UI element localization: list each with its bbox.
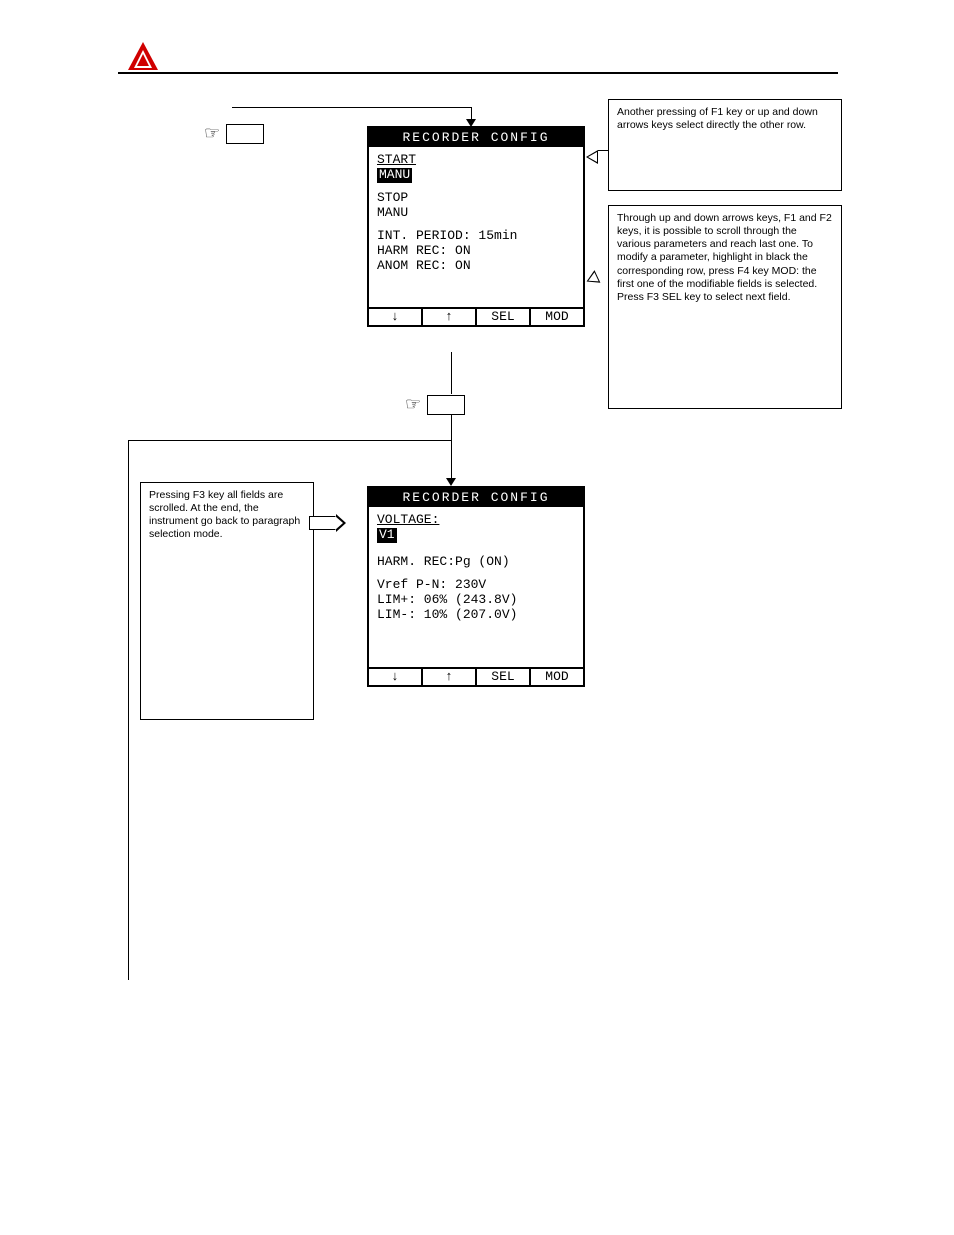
screen-title: RECORDER CONFIG xyxy=(369,128,583,147)
screen-recorder-config-2: RECORDER CONFIG VOLTAGE: V1 HARM. REC:Pg… xyxy=(367,486,585,687)
softkey-down[interactable]: ↓ xyxy=(369,669,423,685)
start-label: START xyxy=(377,152,416,167)
info-box-3: Pressing F3 key all fields are scrolled.… xyxy=(140,482,314,720)
softkey-sel[interactable]: SEL xyxy=(477,309,531,325)
info-text: Through up and down arrows keys, F1 and … xyxy=(617,212,832,303)
info-text: Another pressing of F1 key or up and dow… xyxy=(617,106,818,131)
stop-label: STOP xyxy=(377,191,575,206)
lim-plus-value: LIM+: 06% (243.8V) xyxy=(377,593,575,608)
info-box-2: Through up and down arrows keys, F1 and … xyxy=(608,205,842,409)
info-arrow-icon xyxy=(309,516,337,530)
softkey-up[interactable]: ↑ xyxy=(423,669,477,685)
arrow-down-icon xyxy=(446,478,456,486)
softkey-mod[interactable]: MOD xyxy=(531,309,583,325)
voltage-label: VOLTAGE: xyxy=(377,512,439,527)
flow-line xyxy=(232,107,472,108)
vref-value: Vref P-N: 230V xyxy=(377,578,575,593)
screen-softkeys: ↓ ↑ SEL MOD xyxy=(369,667,583,685)
flow-line xyxy=(128,440,129,980)
info-arrow-icon xyxy=(584,270,601,288)
header-rule xyxy=(118,72,838,74)
screen-body: START MANU STOP MANU INT. PERIOD: 15min … xyxy=(369,147,583,307)
harm-rec-value: HARM. REC:Pg (ON) xyxy=(377,555,575,570)
info-text: Pressing F3 key all fields are scrolled.… xyxy=(149,489,300,540)
pointing-hand-icon: ☞ xyxy=(405,395,421,413)
start-value: MANU xyxy=(377,168,412,183)
screen-body: VOLTAGE: V1 HARM. REC:Pg (ON) Vref P-N: … xyxy=(369,507,583,667)
flow-line xyxy=(451,352,452,394)
anom-rec: ANOM REC: ON xyxy=(377,259,575,274)
screen-softkeys: ↓ ↑ SEL MOD xyxy=(369,307,583,325)
logo-triangle-icon xyxy=(128,42,158,70)
screen-title: RECORDER CONFIG xyxy=(369,488,583,507)
key-f4 xyxy=(427,395,465,415)
lim-minus-value: LIM-: 10% (207.0V) xyxy=(377,608,575,623)
softkey-down[interactable]: ↓ xyxy=(369,309,423,325)
softkey-sel[interactable]: SEL xyxy=(477,669,531,685)
softkey-up[interactable]: ↑ xyxy=(423,309,477,325)
info-arrow-icon xyxy=(586,150,598,164)
page: ☞ RECORDER CONFIG START MANU STOP MANU I… xyxy=(0,0,954,1235)
voltage-value: V1 xyxy=(377,528,397,543)
info-box-1: Another pressing of F1 key or up and dow… xyxy=(608,99,842,191)
int-period: INT. PERIOD: 15min xyxy=(377,229,575,244)
softkey-mod[interactable]: MOD xyxy=(531,669,583,685)
flow-line xyxy=(128,440,451,441)
key-f1 xyxy=(226,124,264,144)
pointing-hand-icon: ☞ xyxy=(204,124,220,142)
flow-line xyxy=(451,414,452,480)
screen-recorder-config-1: RECORDER CONFIG START MANU STOP MANU INT… xyxy=(367,126,585,327)
flow-line xyxy=(598,150,608,151)
stop-value: MANU xyxy=(377,206,575,221)
harm-rec: HARM REC: ON xyxy=(377,244,575,259)
